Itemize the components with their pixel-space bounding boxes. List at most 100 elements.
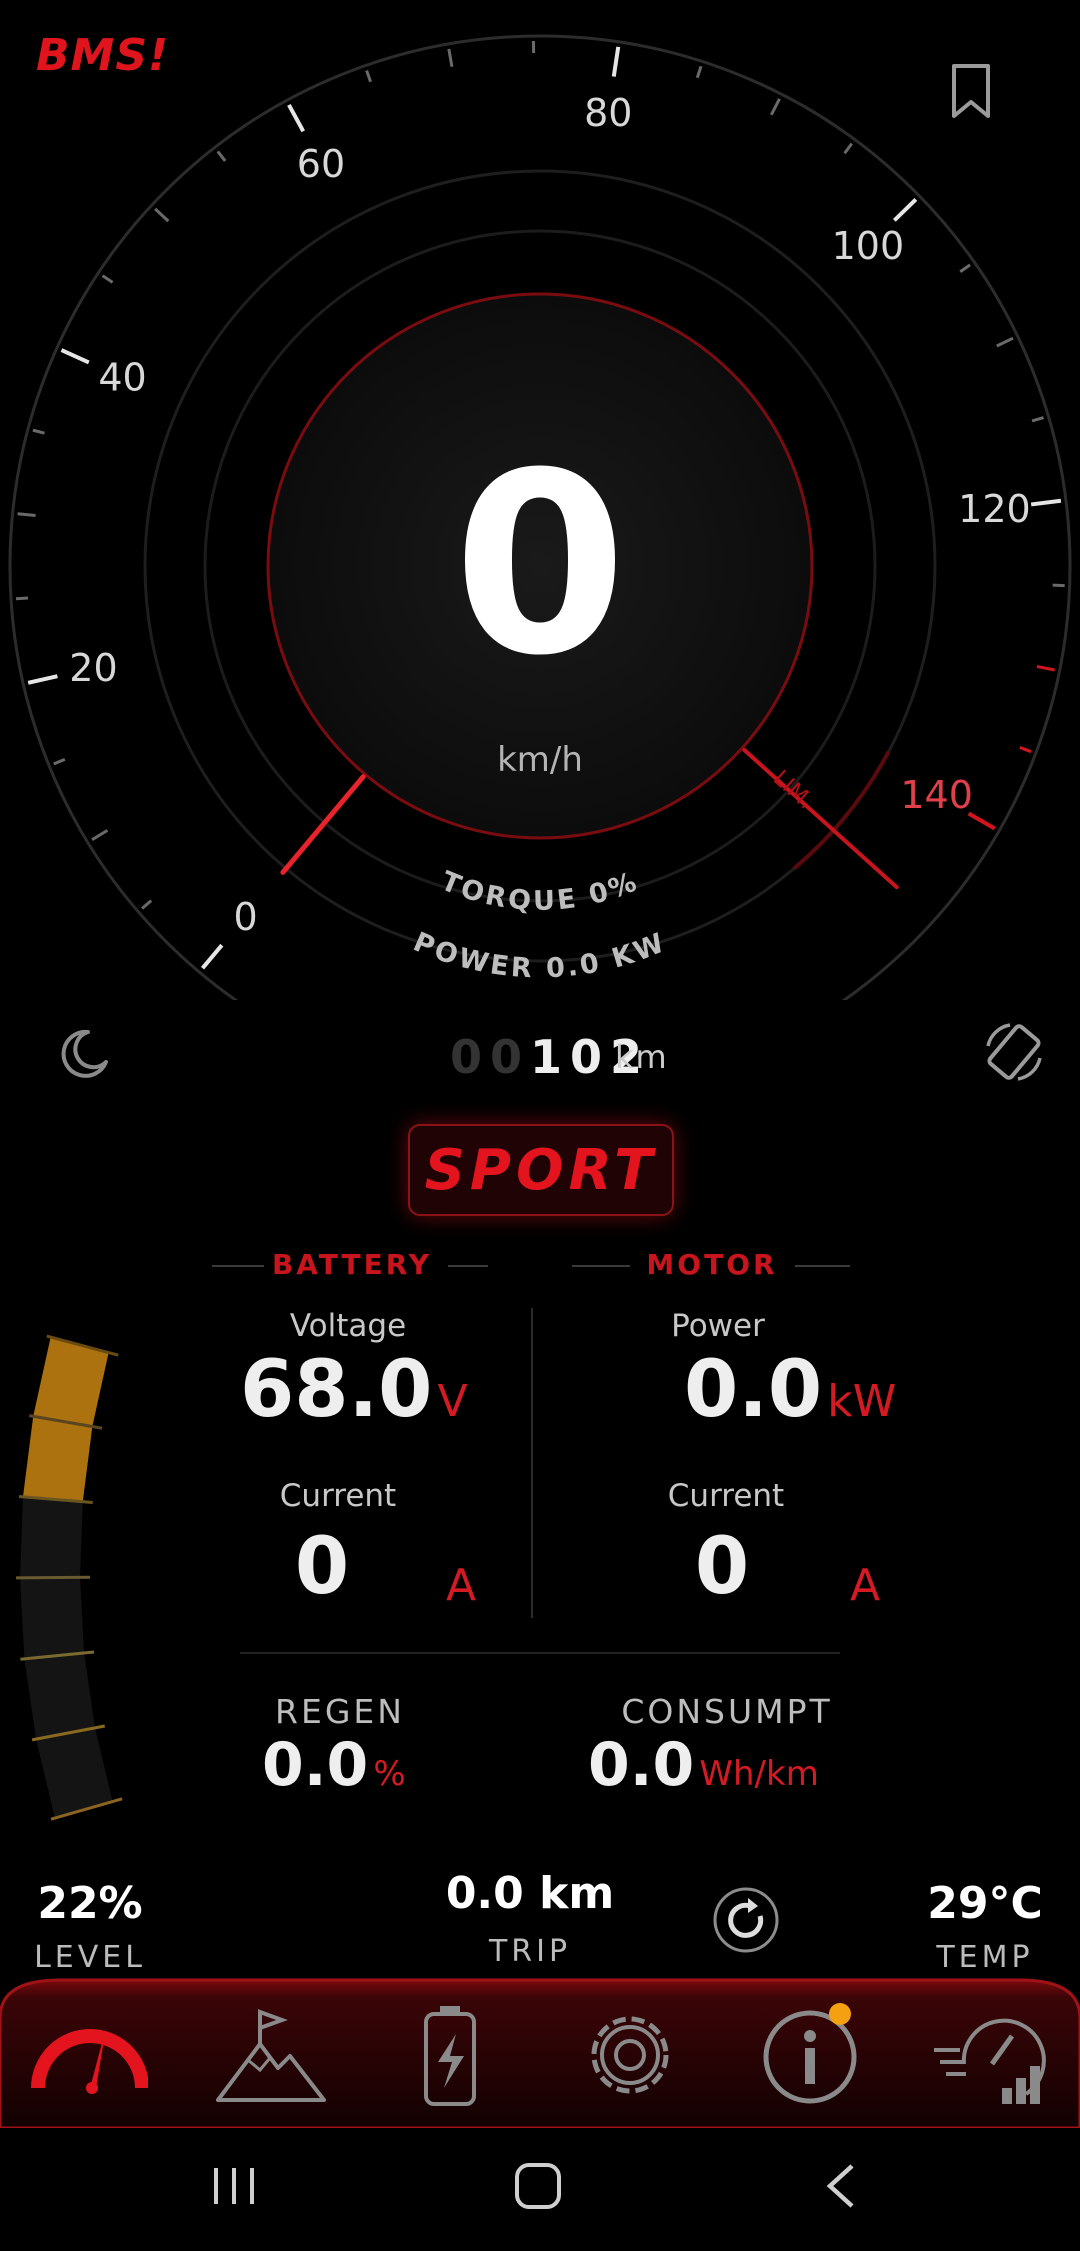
gauge-tick xyxy=(141,899,153,910)
gauge-tick xyxy=(17,512,36,518)
motor-current-unit: A xyxy=(850,1560,881,1611)
divider xyxy=(795,1265,850,1267)
speed-unit: km/h xyxy=(497,740,583,780)
gauge-tick xyxy=(101,274,114,284)
motor-power-label: Power xyxy=(671,1308,765,1344)
gauge-tick xyxy=(1031,416,1044,423)
gauge-tick-label: 0 xyxy=(234,895,258,939)
consumption-label: CONSUMPT xyxy=(621,1692,833,1731)
odometer-unit: km xyxy=(615,1038,669,1076)
motor-title: MOTOR xyxy=(646,1248,778,1281)
speed-stats-icon[interactable] xyxy=(930,2000,1050,2110)
gauge-tick xyxy=(53,757,66,766)
motor-power-readout: 0.0 kW xyxy=(684,1345,944,1435)
gauge-tick xyxy=(1036,664,1055,672)
reset-trip-button[interactable] xyxy=(712,1886,780,1954)
riding-mode-badge[interactable]: SPORT xyxy=(408,1124,674,1216)
battery-current-value: 0 xyxy=(294,1522,350,1612)
gauge-tick-label: 40 xyxy=(98,356,146,400)
gauge-tick xyxy=(60,348,90,365)
gauge-tick xyxy=(1030,498,1062,507)
side-arc-gauges xyxy=(16,1334,123,1821)
divider xyxy=(448,1265,488,1267)
battery-level-arc xyxy=(16,1334,123,1821)
gauge-tick xyxy=(447,48,454,67)
gauge-tick xyxy=(611,46,621,77)
gauge-tick-label: 60 xyxy=(297,142,345,186)
voltage-value: 68.0 xyxy=(240,1345,433,1435)
motor-power-unit: kW xyxy=(827,1376,897,1427)
arc-tick xyxy=(16,1575,91,1580)
bookmark-icon[interactable] xyxy=(946,62,996,122)
recent-apps-button[interactable] xyxy=(210,2162,260,2208)
gauge-tick xyxy=(15,596,29,601)
gauge-tick xyxy=(91,829,109,842)
gauge-tick xyxy=(365,69,372,83)
info-icon[interactable] xyxy=(750,2000,870,2110)
gauge-tick xyxy=(1019,746,1032,754)
motor-power-value: 0.0 xyxy=(684,1345,823,1435)
regen-label: REGEN xyxy=(275,1692,405,1731)
gauge-tick-label: 20 xyxy=(69,646,117,690)
speedometer-icon[interactable] xyxy=(28,2000,148,2110)
battery-current-label: Current xyxy=(279,1478,397,1514)
arc-segment xyxy=(22,1416,93,1502)
mountain-flag-icon[interactable] xyxy=(212,2000,332,2110)
divider xyxy=(572,1265,630,1267)
home-button[interactable] xyxy=(512,2160,564,2212)
arc-segment xyxy=(24,1652,95,1740)
power-readout: POWER 0.0 KW xyxy=(409,927,672,985)
gauge-tick xyxy=(695,65,703,79)
trip-value: 0.0 km xyxy=(445,1868,615,1919)
gauge-tick xyxy=(996,336,1014,348)
divider xyxy=(212,1265,264,1267)
voltage-readout: 68.0 V xyxy=(240,1345,500,1435)
gauge-tick xyxy=(216,150,227,162)
regen-unit: % xyxy=(373,1754,406,1794)
battery-level-label: LEVEL xyxy=(34,1940,146,1975)
bottom-navigation xyxy=(0,1978,1080,2128)
speed-value: 0 xyxy=(453,419,627,710)
gauge-tick xyxy=(32,428,45,435)
arc-segment xyxy=(20,1577,85,1659)
gauge-tick-label: 100 xyxy=(832,224,905,268)
gauge-tick xyxy=(959,263,971,273)
consumption-value: 0.0 xyxy=(588,1730,695,1800)
horizontal-divider xyxy=(240,1652,840,1654)
night-mode-icon[interactable] xyxy=(58,1028,110,1080)
back-button[interactable] xyxy=(818,2160,862,2212)
refresh-icon xyxy=(728,1902,764,1938)
battery-current-unit: A xyxy=(446,1560,477,1611)
gauge-tick-label: 140 xyxy=(900,773,973,817)
motor-current-label: Current xyxy=(667,1478,785,1514)
speed-needle xyxy=(280,774,366,875)
gauge-tick xyxy=(892,197,918,222)
consumption-unit: Wh/km xyxy=(699,1754,819,1794)
gauge-tick xyxy=(287,103,306,133)
gauge-tick xyxy=(201,943,224,970)
gauge-tick xyxy=(769,98,781,116)
gauge-tick xyxy=(27,674,58,685)
motor-current-value: 0 xyxy=(694,1522,750,1612)
battery-title: BATTERY xyxy=(271,1248,433,1281)
voltage-unit: V xyxy=(437,1376,468,1427)
torque-readout: TORQUE 0% xyxy=(436,866,643,917)
temperature-value: 29°C xyxy=(927,1878,1043,1929)
gauge-tick xyxy=(843,142,853,155)
voltage-label: Voltage xyxy=(289,1308,407,1344)
gauge-tick xyxy=(154,207,170,223)
app-logo: BMS! xyxy=(36,30,170,81)
trip-label: TRIP xyxy=(488,1934,572,1969)
odometer-dim-digits: 00 xyxy=(449,1030,530,1084)
arc-segment xyxy=(20,1496,83,1578)
consumption-readout: 0.0 Wh/km xyxy=(588,1730,888,1800)
temperature-label: TEMP xyxy=(936,1940,1034,1975)
limit-needle xyxy=(742,748,899,890)
battery-level-value: 22% xyxy=(37,1878,143,1929)
battery-charge-icon[interactable] xyxy=(390,2000,510,2110)
screen-rotate-icon[interactable] xyxy=(980,1018,1048,1086)
vertical-divider xyxy=(531,1308,533,1618)
gauge-tick-label: 120 xyxy=(958,487,1031,531)
settings-gear-icon[interactable] xyxy=(570,2000,690,2110)
notification-badge xyxy=(829,2003,851,2025)
